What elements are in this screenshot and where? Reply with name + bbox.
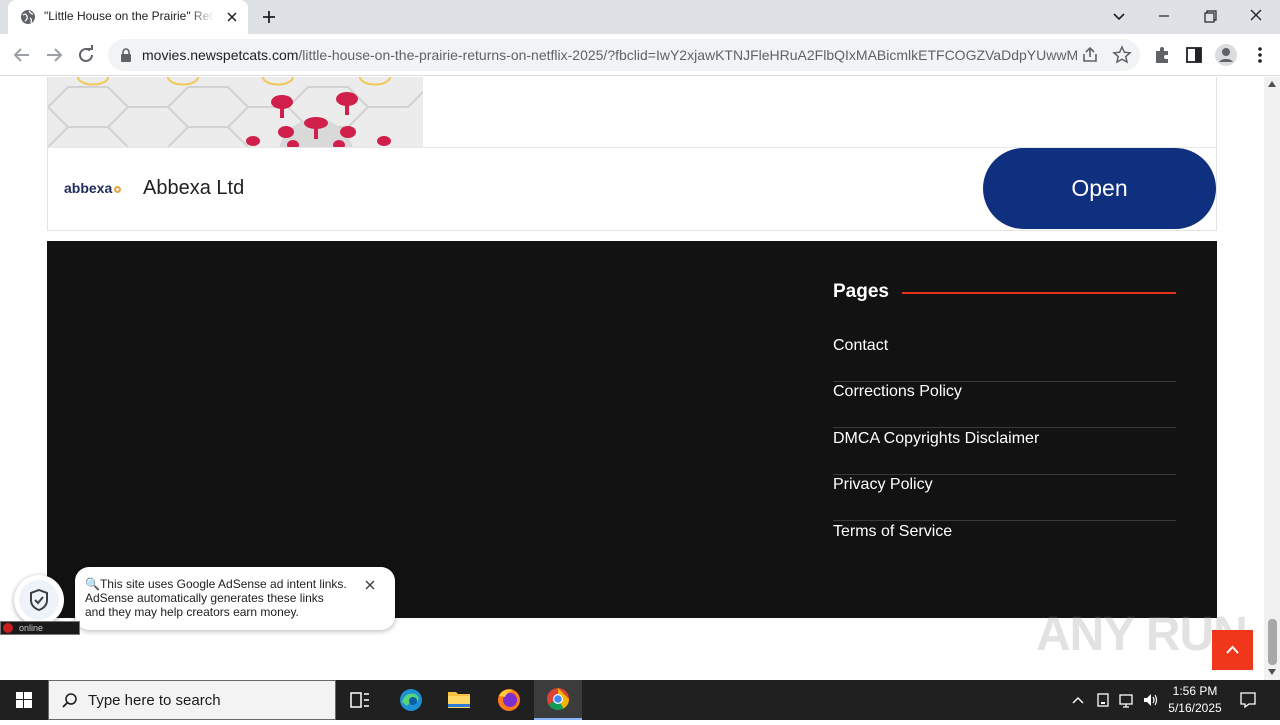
- new-tab-icon[interactable]: [258, 6, 280, 28]
- chrome-icon: [547, 688, 569, 710]
- ad-open-button[interactable]: Open: [983, 148, 1216, 229]
- magnifier-icon: 🔍: [85, 577, 100, 591]
- start-button[interactable]: [0, 680, 48, 720]
- title-accent-line: [902, 292, 1176, 294]
- taskbar-search-box[interactable]: Type here to search: [48, 680, 336, 720]
- status-mini-bar: online: [0, 621, 80, 635]
- edge-icon: [400, 689, 422, 711]
- scroll-down-arrow-icon[interactable]: [1268, 669, 1276, 675]
- tab-title: "Little House on the Prairie" Retu: [44, 9, 214, 23]
- footer-link-terms[interactable]: Terms of Service: [833, 522, 1176, 568]
- window-close-icon[interactable]: [1244, 5, 1268, 27]
- windows-logo-icon: [16, 692, 32, 708]
- close-icon[interactable]: [363, 578, 377, 592]
- device-icon[interactable]: [1093, 690, 1113, 710]
- scroll-up-arrow-icon[interactable]: [1268, 81, 1276, 87]
- task-view-button[interactable]: [336, 680, 384, 720]
- extensions-icon[interactable]: [1150, 43, 1174, 67]
- task-view-icon: [350, 692, 369, 708]
- clock-time[interactable]: 1:56 PM: [1166, 684, 1224, 698]
- chevron-down-icon[interactable]: [1108, 5, 1130, 27]
- page-scrollbar[interactable]: [1264, 77, 1280, 680]
- advertiser-logo[interactable]: abbexa: [64, 180, 122, 196]
- side-panel-icon[interactable]: [1182, 43, 1206, 67]
- site-footer: Pages Contact Corrections Policy DMCA Co…: [47, 241, 1217, 618]
- ad-image[interactable]: [48, 77, 423, 147]
- firefox-icon: [498, 689, 520, 711]
- bookmark-star-icon[interactable]: [1112, 45, 1132, 65]
- network-icon[interactable]: [1117, 690, 1137, 710]
- active-tab[interactable]: "Little House on the Prairie" Retu: [8, 0, 248, 34]
- status-dot-icon: [3, 623, 13, 633]
- scrollbar-thumb[interactable]: [1268, 619, 1277, 665]
- virus-illustration: [48, 77, 423, 147]
- adsense-notice-text: 🔍This site uses Google AdSense ad intent…: [85, 577, 347, 619]
- close-tab-icon[interactable]: [224, 9, 240, 25]
- chevron-up-icon: [1226, 645, 1239, 654]
- page-viewport: abbexa Abbexa Ltd Open Pages Contact Cor…: [0, 77, 1264, 680]
- show-hidden-icons-chevron-icon[interactable]: [1068, 690, 1088, 710]
- file-explorer-icon: [448, 692, 470, 708]
- adsense-notice-popup: 🔍This site uses Google AdSense ad intent…: [75, 567, 395, 630]
- taskbar-file-explorer[interactable]: [435, 680, 483, 720]
- minimize-icon[interactable]: [1152, 5, 1176, 27]
- taskbar-edge[interactable]: [387, 680, 435, 720]
- globe-icon: [21, 10, 35, 24]
- advertiser-name[interactable]: Abbexa Ltd: [143, 177, 244, 200]
- footer-link-privacy-policy[interactable]: Privacy Policy: [833, 475, 1176, 521]
- search-icon: [62, 693, 77, 708]
- tab-strip: "Little House on the Prairie" Retu: [0, 0, 1280, 34]
- browser-toolbar: movies.newspetcats.com/little-house-on-t…: [0, 34, 1280, 76]
- footer-link-contact[interactable]: Contact: [833, 336, 1176, 382]
- search-placeholder: Type here to search: [88, 692, 221, 709]
- windows-taskbar: Type here to search 1:56 PM 5/16/2025: [0, 680, 1280, 720]
- clock-date[interactable]: 5/16/2025: [1166, 701, 1224, 715]
- share-icon[interactable]: [1080, 45, 1100, 65]
- taskbar-firefox[interactable]: [485, 680, 533, 720]
- url-text[interactable]: movies.newspetcats.com/little-house-on-t…: [142, 47, 1077, 63]
- address-bar[interactable]: movies.newspetcats.com/little-house-on-t…: [108, 39, 1140, 71]
- lock-icon[interactable]: [120, 48, 132, 62]
- reload-icon[interactable]: [74, 43, 98, 67]
- footer-section-title: Pages: [833, 281, 889, 302]
- notifications-icon[interactable]: [1238, 690, 1258, 710]
- profile-avatar-icon[interactable]: [1214, 43, 1238, 67]
- footer-link-dmca[interactable]: DMCA Copyrights Disclaimer: [833, 429, 1176, 475]
- menu-kebab-icon[interactable]: [1248, 43, 1272, 67]
- restore-icon[interactable]: [1198, 5, 1222, 27]
- display-ad[interactable]: abbexa Abbexa Ltd Open: [47, 77, 1217, 231]
- footer-link-corrections-policy[interactable]: Corrections Policy: [833, 382, 1176, 428]
- shield-check-icon: [30, 588, 48, 612]
- volume-icon[interactable]: [1141, 690, 1161, 710]
- taskbar-chrome[interactable]: [534, 680, 582, 720]
- adsense-shield-button[interactable]: [14, 575, 64, 625]
- scroll-to-top-button[interactable]: [1212, 630, 1253, 670]
- back-icon[interactable]: [10, 43, 34, 67]
- forward-icon[interactable]: [42, 43, 66, 67]
